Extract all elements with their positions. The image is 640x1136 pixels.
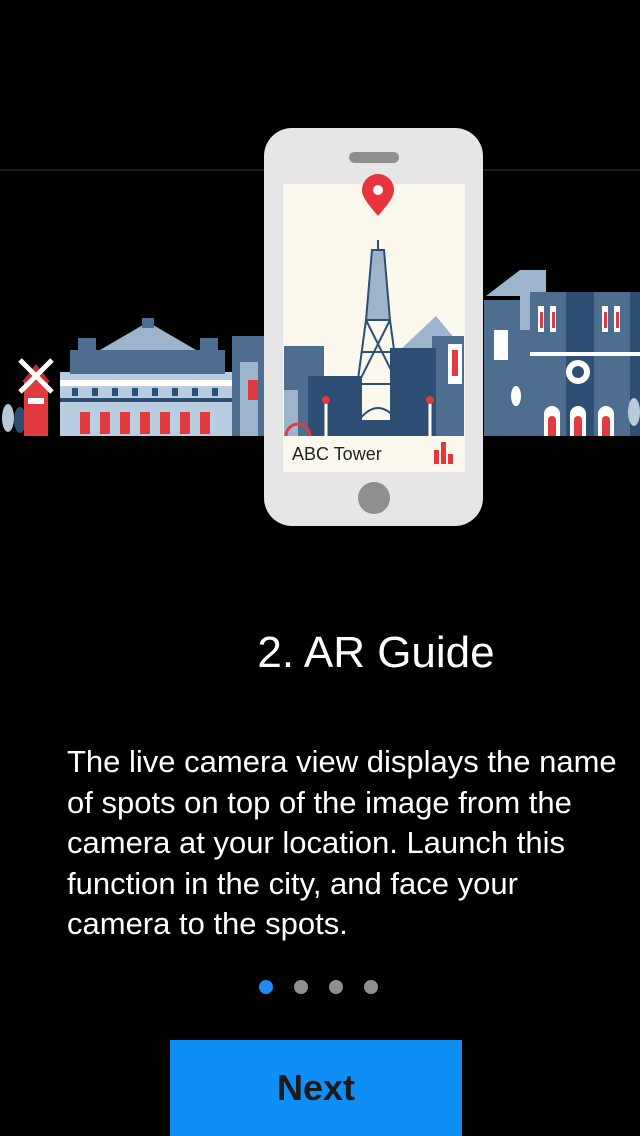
phone-location-label: ABC Tower [292,444,382,464]
page-indicator[interactable] [259,980,378,996]
page-title: 2. AR Guide [257,628,495,677]
next-button[interactable]: Next [170,1040,462,1136]
page-dot-2[interactable] [294,980,308,994]
page-dot-4[interactable] [364,980,378,994]
city-skyline-illustration: ABC Tower [0,0,640,540]
onboarding-screen: ABC Tower 2. AR Guide The live camera vi… [0,0,640,1136]
notre-dame [511,292,640,436]
page-description: The live camera view displays the name o… [67,744,617,941]
phone-mockup [264,128,483,526]
page-dot-1[interactable] [259,980,273,994]
page-dot-3[interactable] [329,980,343,994]
